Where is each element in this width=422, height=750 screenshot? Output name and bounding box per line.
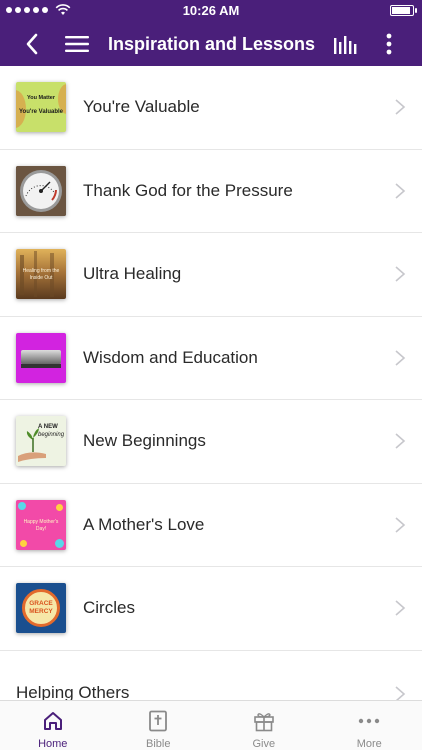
list-item[interactable]: Thank God for the Pressure bbox=[0, 150, 422, 233]
tab-bar: Home Bible Give More bbox=[0, 700, 422, 750]
lessons-list: You Matter You're Valuable You're Valuab… bbox=[0, 66, 422, 700]
thumbnail-image: You Matter You're Valuable bbox=[16, 82, 66, 133]
list-item[interactable]: Helping Others bbox=[0, 651, 422, 701]
thumbnail-image bbox=[16, 332, 66, 383]
hamburger-menu-icon bbox=[65, 36, 89, 52]
list-item[interactable]: GRACE MERCY Circles bbox=[0, 567, 422, 651]
thumbnail-caption: A NEW bbox=[38, 424, 58, 431]
status-time: 10:26 AM bbox=[182, 3, 240, 18]
tab-give-label: Give bbox=[252, 738, 276, 750]
audio-button[interactable] bbox=[325, 22, 365, 66]
chevron-right-icon bbox=[395, 183, 406, 199]
thumbnail-image: Healing from the Inside Out bbox=[16, 249, 66, 300]
list-item-title: Circles bbox=[83, 598, 135, 618]
chevron-right-icon bbox=[395, 685, 406, 700]
list-item[interactable]: A NEW beginning New Beginnings bbox=[0, 400, 422, 484]
tab-home-label: Home bbox=[38, 738, 68, 750]
list-item-title: Thank God for the Pressure bbox=[83, 180, 293, 200]
chevron-right-icon bbox=[395, 350, 406, 366]
thumbnail-caption: Day! bbox=[35, 525, 47, 532]
list-item[interactable]: Happy Mother's Day! A Mother's Love bbox=[0, 484, 422, 567]
tab-bible[interactable]: Bible bbox=[106, 701, 212, 750]
thumbnail-image: A NEW beginning bbox=[16, 416, 66, 467]
thumbnail-caption: MERCY bbox=[29, 608, 53, 616]
thumbnail-caption: beginning bbox=[38, 432, 65, 439]
tab-home[interactable]: Home bbox=[0, 701, 106, 750]
chevron-right-icon bbox=[395, 600, 406, 616]
status-bar: 10:26 AM bbox=[0, 0, 422, 22]
gift-icon bbox=[253, 712, 274, 731]
menu-button[interactable] bbox=[57, 22, 97, 66]
tab-give[interactable]: Give bbox=[211, 701, 317, 750]
battery-icon bbox=[390, 5, 417, 16]
chevron-right-icon bbox=[395, 266, 406, 282]
list-item-title: Helping Others bbox=[16, 682, 130, 701]
thumbnail-caption: You Matter bbox=[26, 95, 55, 102]
thumbnail-caption: Happy Mother's bbox=[23, 518, 59, 525]
home-icon bbox=[43, 711, 62, 730]
thumbnail-caption: GRACE bbox=[29, 600, 53, 608]
bible-icon bbox=[149, 710, 168, 731]
tab-more[interactable]: More bbox=[317, 701, 422, 750]
tab-bible-label: Bible bbox=[146, 738, 171, 750]
thumbnail-image: GRACE MERCY bbox=[16, 583, 66, 634]
list-item-title: New Beginnings bbox=[83, 431, 206, 451]
thumbnail-caption: You're Valuable bbox=[19, 109, 63, 116]
thumbnail-image: Happy Mother's Day! bbox=[16, 499, 66, 550]
back-button[interactable] bbox=[12, 22, 52, 66]
thumbnail-caption: Healing from the bbox=[22, 268, 60, 275]
typewriter-keys-image bbox=[21, 349, 61, 364]
list-item-title: You're Valuable bbox=[83, 97, 200, 117]
page-title: Inspiration and Lessons bbox=[108, 34, 316, 54]
chevron-right-icon bbox=[395, 517, 406, 533]
list-item[interactable]: You Matter You're Valuable You're Valuab… bbox=[0, 66, 422, 150]
vertical-dots-icon bbox=[386, 33, 392, 55]
nav-bar: Inspiration and Lessons bbox=[0, 22, 422, 66]
list-item[interactable]: Healing from the Inside Out Ultra Healin… bbox=[0, 233, 422, 317]
list-item[interactable]: Wisdom and Education bbox=[0, 317, 422, 400]
tab-more-label: More bbox=[356, 738, 382, 750]
list-item-title: Wisdom and Education bbox=[83, 347, 258, 367]
chevron-left-icon bbox=[26, 33, 38, 55]
list-item-title: A Mother's Love bbox=[83, 514, 205, 534]
list-item-title: Ultra Healing bbox=[83, 264, 182, 284]
audio-bars-icon bbox=[334, 36, 357, 54]
chevron-right-icon bbox=[395, 99, 406, 115]
pressure-gauge-icon bbox=[16, 165, 66, 216]
chevron-right-icon bbox=[395, 433, 406, 449]
thumbnail-image bbox=[16, 165, 66, 216]
more-dots-icon bbox=[359, 718, 380, 723]
more-options-button[interactable] bbox=[369, 22, 409, 66]
thumbnail-caption: Inside Out bbox=[29, 275, 53, 282]
